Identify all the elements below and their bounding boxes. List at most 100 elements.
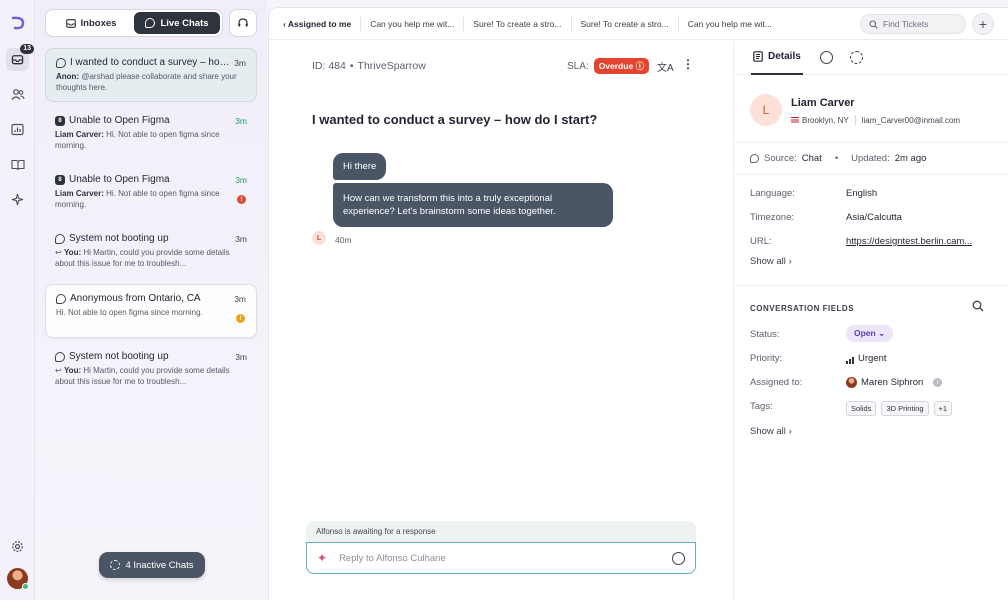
separator-dot: • xyxy=(349,60,354,72)
info-icon[interactable]: i xyxy=(933,378,943,387)
priority-value[interactable]: Urgent xyxy=(846,353,887,364)
url-link[interactable]: https://designtest.berlin.cam... xyxy=(846,236,972,247)
contact-email[interactable]: liam_Carver00@inmail.com xyxy=(862,116,960,125)
contact-profile-icon[interactable] xyxy=(820,51,833,64)
contacts-icon[interactable] xyxy=(6,83,29,106)
ai-sparkle-icon[interactable] xyxy=(6,188,29,211)
tab-label: Sure! To create a stro... xyxy=(473,18,562,29)
priority-bars-icon xyxy=(846,357,854,364)
tab-ticket[interactable]: Can you help me wit... xyxy=(679,17,781,31)
contact-name: Liam Carver xyxy=(791,97,855,109)
plus-icon: + xyxy=(978,16,988,32)
tag-chip[interactable]: Solids xyxy=(846,401,877,416)
reply-arrow-icon: ↩ xyxy=(55,248,62,257)
chat-bubble-icon xyxy=(56,293,66,304)
ticket-id-row: ID: 484 • ThriveSparrow xyxy=(312,60,426,72)
message-time: 40m xyxy=(335,235,352,245)
tab-label: Sure! To create a stro... xyxy=(580,18,669,29)
user-avatar[interactable] xyxy=(7,568,29,590)
item-preview: Hi Martin, could you provide some detail… xyxy=(55,366,230,386)
list-item[interactable]: I wanted to conduct a survey – how do I … xyxy=(45,48,257,102)
live-chats-toggle[interactable]: Live Chats xyxy=(134,12,220,34)
main-panel: ‹ Assigned to me Can you help me wit... … xyxy=(268,7,1008,600)
conversation-area: ID: 484 • ThriveSparrow SLA: Overdue ⓘ 文A … xyxy=(269,41,734,600)
translate-icon[interactable]: 文A xyxy=(657,59,674,74)
item-time: 3m xyxy=(235,116,247,126)
tab-details[interactable]: Details xyxy=(751,51,803,75)
chevron-right-icon: › xyxy=(788,426,792,437)
list-item[interactable]: System not booting up 3m ↩ You: Hi Marti… xyxy=(45,343,257,397)
overdue-badge[interactable]: Overdue ⓘ xyxy=(593,58,650,74)
contact-avatar: L xyxy=(750,94,782,126)
chat-bubble-icon xyxy=(56,57,66,68)
knowledge-base-icon[interactable] xyxy=(6,153,29,176)
source-row: Source: Chat • Updated: 2m ago xyxy=(750,153,926,164)
conversation-list-panel: Inboxes Live Chats I wanted to conduct a… xyxy=(36,0,267,600)
item-title: System not booting up xyxy=(69,351,169,362)
tab-ticket[interactable]: Sure! To create a stro... xyxy=(464,16,572,31)
reply-input[interactable]: Reply to Alfonso Culhane xyxy=(339,553,660,564)
reply-box[interactable]: ✦ Reply to Alfonso Culhane xyxy=(306,542,696,574)
tag-more-chip[interactable]: +1 xyxy=(933,401,953,416)
search-icon[interactable] xyxy=(972,300,984,312)
show-all-label: Show all xyxy=(750,256,786,267)
inactive-chats-button[interactable]: 4 Inactive Chats xyxy=(99,552,205,578)
item-author: Liam Carver: xyxy=(55,189,104,198)
new-tab-button[interactable]: + xyxy=(972,13,994,35)
list-item[interactable]: System not booting up 3m ↩ You: Hi Marti… xyxy=(45,225,257,279)
ai-sparkle-icon[interactable]: ✦ xyxy=(317,551,327,565)
item-title: Anonymous from Ontario, CA xyxy=(70,293,201,304)
item-author: You: xyxy=(63,366,82,375)
status-label: Status: xyxy=(750,329,780,340)
online-status-dot xyxy=(22,583,29,590)
item-preview: @arshad please collaborate and share you… xyxy=(56,72,237,92)
tag-chip[interactable]: 3D Printing xyxy=(881,401,929,416)
list-item[interactable]: Anonymous from Ontario, CA 3m ! Hi. Not … xyxy=(45,284,257,338)
settings-gear-icon[interactable] xyxy=(6,535,29,558)
tab-assigned-to-me[interactable]: ‹ Assigned to me xyxy=(269,16,362,31)
inbox-icon[interactable]: 13 xyxy=(6,44,34,71)
more-options-icon[interactable]: ⋮ xyxy=(682,57,694,71)
chat-bubble-icon xyxy=(55,233,65,244)
headset-button[interactable] xyxy=(229,9,257,37)
headset-icon xyxy=(238,18,248,27)
tab-ticket[interactable]: Can you help me wit... xyxy=(361,16,465,31)
reply-arrow-icon: ↩ xyxy=(55,366,62,375)
us-flag-icon xyxy=(791,116,799,123)
alert-icon: ⓘ xyxy=(635,61,645,71)
reports-icon[interactable] xyxy=(6,118,29,141)
status-dropdown[interactable]: Open ⌄ xyxy=(846,325,894,342)
inboxes-label: Inboxes xyxy=(80,17,117,29)
chat-bubble-icon xyxy=(750,154,759,163)
item-time: 3m xyxy=(235,175,247,185)
priority-text: Urgent xyxy=(858,353,887,364)
logo-icon[interactable] xyxy=(6,11,29,34)
sla-label: SLA: xyxy=(567,60,589,72)
find-tickets-search[interactable]: Find Tickets xyxy=(860,14,966,34)
contact-location: Brooklyn, NY xyxy=(802,115,849,125)
overdue-label: Overdue xyxy=(598,61,634,71)
item-time: 3m xyxy=(235,234,247,244)
list-item[interactable]: 8 Unable to Open Figma 3m ! Liam Carver: … xyxy=(45,166,257,220)
url-label: URL: xyxy=(750,236,772,247)
tab-ticket[interactable]: Sure! To create a stro... xyxy=(572,16,679,31)
timezone-label: Timezone: xyxy=(750,212,794,223)
inbox-icon xyxy=(65,18,76,28)
show-all-button[interactable]: Show all › xyxy=(750,256,792,267)
inboxes-toggle[interactable]: Inboxes xyxy=(48,12,134,34)
list-item[interactable]: 8 Unable to Open Figma 3m Liam Carver: Hi… xyxy=(45,107,257,161)
item-time: 3m xyxy=(234,294,246,304)
language-value: English xyxy=(846,188,878,199)
emoji-icon[interactable] xyxy=(672,551,685,565)
history-icon[interactable] xyxy=(850,51,863,64)
assigned-value[interactable]: Maren Siphron i xyxy=(846,377,943,388)
tab-details-label: Details xyxy=(768,51,801,62)
message-bubble: Hi there xyxy=(333,153,387,180)
item-author: You: xyxy=(63,248,82,257)
show-all-button[interactable]: Show all › xyxy=(750,426,792,437)
agent-avatar xyxy=(846,377,857,388)
tags-label: Tags: xyxy=(750,401,773,412)
priority-label: Priority: xyxy=(750,353,783,364)
item-preview: Hi Martin, could you provide some detail… xyxy=(55,248,230,268)
source-value: Chat xyxy=(801,153,822,164)
